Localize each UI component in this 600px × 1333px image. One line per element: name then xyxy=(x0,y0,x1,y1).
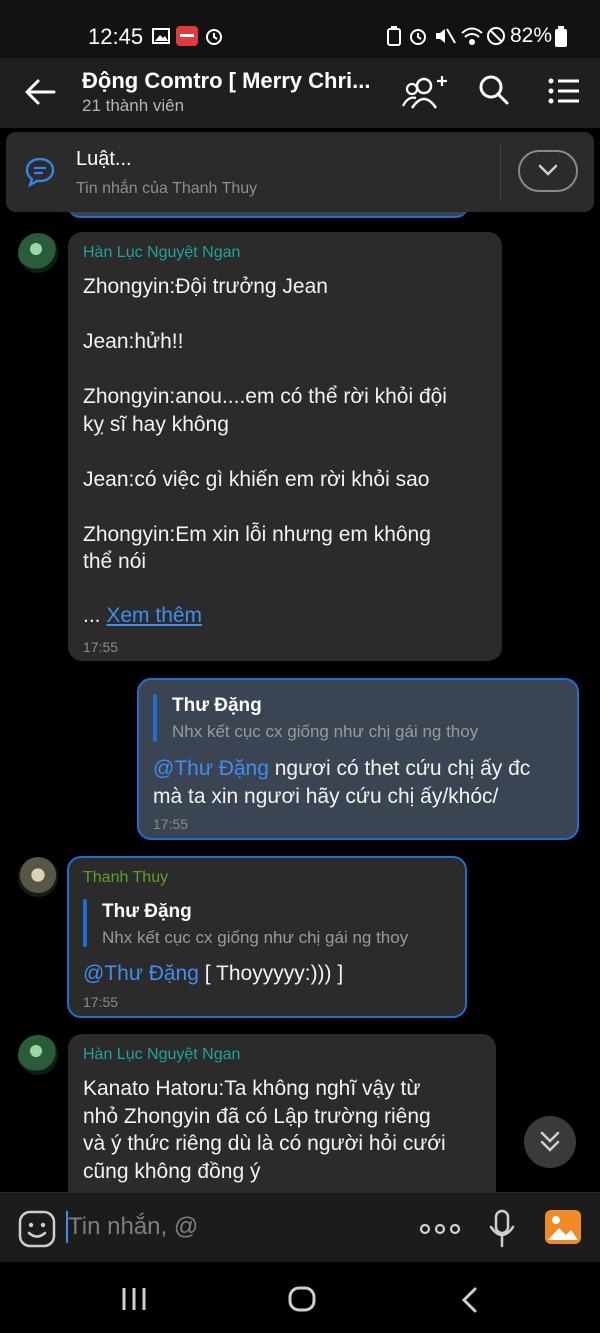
ellipsis: ... xyxy=(83,604,107,627)
quote-bar xyxy=(153,694,157,742)
sender-name[interactable]: Hàn Lục Nguyệt Ngan xyxy=(83,244,240,262)
scroll-to-bottom-button[interactable] xyxy=(524,1116,576,1168)
quote-author: Thư Đặng xyxy=(172,695,262,716)
system-nav-bar xyxy=(0,1262,600,1333)
message-bubble[interactable]: Hàn Lục Nguyệt Ngan Kanato Hatoru:Ta khô… xyxy=(68,1034,496,1192)
message-text: @Thư Đặng ngươi có thet cứu chị ấy đc mà… xyxy=(153,755,569,810)
chat-bubble-icon xyxy=(25,157,55,188)
pinned-title: Luật... xyxy=(76,148,132,170)
mention-link[interactable]: @Thư Đặng xyxy=(153,757,269,780)
message-text: Zhongyin:Đội trưởng Jean Jean:hửh!! Zhon… xyxy=(83,275,447,573)
double-chevron-down-icon xyxy=(540,1131,560,1152)
mic-icon[interactable] xyxy=(488,1209,516,1249)
message-input[interactable]: Tin nhắn, @ xyxy=(68,1213,198,1241)
emoji-icon[interactable] xyxy=(18,1210,56,1248)
message-input-bar: Tin nhắn, @ xyxy=(0,1192,600,1263)
group-title[interactable]: Động Comtro [ Merry Chri... xyxy=(82,68,372,94)
my-message-bubble[interactable]: Thư Đặng Nhx kết cục cx giống như chị gá… xyxy=(137,678,579,840)
battery-percent: 82% xyxy=(510,24,553,47)
message-text: @Thư Đặng [ Thoyyyyy:))) ] xyxy=(83,960,459,988)
previous-message-edge xyxy=(68,212,468,218)
alarm-notification-icon xyxy=(206,29,222,45)
quote-text: Nhx kết cục cx giống như chị gái ng thoy xyxy=(102,928,409,947)
recents-nav-icon[interactable] xyxy=(121,1287,147,1311)
mention-link[interactable]: @Thư Đặng xyxy=(83,962,199,985)
message-body: [ Thoyyyyy:))) ] xyxy=(198,962,344,985)
chat-header: Động Comtro [ Merry Chri... 21 thành viê… xyxy=(0,58,600,128)
search-icon[interactable] xyxy=(478,74,510,106)
message-time: 17:55 xyxy=(153,816,189,832)
back-nav-icon[interactable] xyxy=(460,1287,478,1313)
avatar[interactable] xyxy=(18,857,58,897)
message-time: 17:55 xyxy=(83,639,119,655)
sender-name[interactable]: Thanh Thuy xyxy=(83,869,168,887)
back-arrow-icon[interactable] xyxy=(24,78,56,106)
message-bubble[interactable]: Thanh Thuy Thư Đặng Nhx kết cục cx giống… xyxy=(67,856,467,1018)
see-more-link[interactable]: Xem thêm xyxy=(106,604,202,627)
message-bubble[interactable]: Hàn Lục Nguyệt Ngan Zhongyin:Đội trưởng … xyxy=(68,232,502,661)
message-text: Kanato Hatoru:Ta không nghĩ vậy từ nhỏ Z… xyxy=(83,1077,446,1183)
manga-app-notification-icon xyxy=(176,26,198,46)
status-bar: 12:45 82% xyxy=(0,0,600,58)
avatar[interactable] xyxy=(18,1035,58,1075)
pinned-message-bar[interactable]: Luật... Tin nhắn của Thanh Thuy xyxy=(6,132,594,212)
chevron-down-icon xyxy=(538,164,558,176)
add-member-icon[interactable] xyxy=(400,72,450,112)
see-more: ... Xem thêm xyxy=(83,602,202,630)
image-icon[interactable] xyxy=(544,1209,582,1245)
sender-name[interactable]: Hàn Lục Nguyệt Ngan xyxy=(83,1046,240,1064)
home-nav-icon[interactable] xyxy=(288,1286,316,1312)
battery-icon xyxy=(555,26,567,47)
message-time: 17:55 xyxy=(83,994,119,1010)
more-icon[interactable] xyxy=(420,1223,460,1235)
menu-icon[interactable] xyxy=(548,78,580,104)
mute-icon xyxy=(436,28,456,44)
alarm-icon xyxy=(410,29,426,45)
expand-pinned-button[interactable] xyxy=(518,150,578,192)
battery-saver-icon xyxy=(387,26,401,46)
status-time: 12:45 xyxy=(88,24,144,49)
message-list[interactable]: Hàn Lục Nguyệt Ngan Zhongyin:Đội trưởng … xyxy=(0,212,600,1192)
gallery-notification-icon xyxy=(152,28,170,44)
pinned-divider xyxy=(500,144,501,200)
quote-bar xyxy=(83,899,87,947)
member-count[interactable]: 21 thành viên xyxy=(82,96,184,116)
pinned-subtitle: Tin nhắn của Thanh Thuy xyxy=(76,180,258,197)
avatar[interactable] xyxy=(18,233,58,273)
do-not-disturb-icon xyxy=(487,27,505,45)
quote-text: Nhx kết cục cx giống như chị gái ng thoy xyxy=(172,722,479,741)
wifi-icon xyxy=(461,27,483,45)
quote-author: Thư Đặng xyxy=(102,901,192,922)
